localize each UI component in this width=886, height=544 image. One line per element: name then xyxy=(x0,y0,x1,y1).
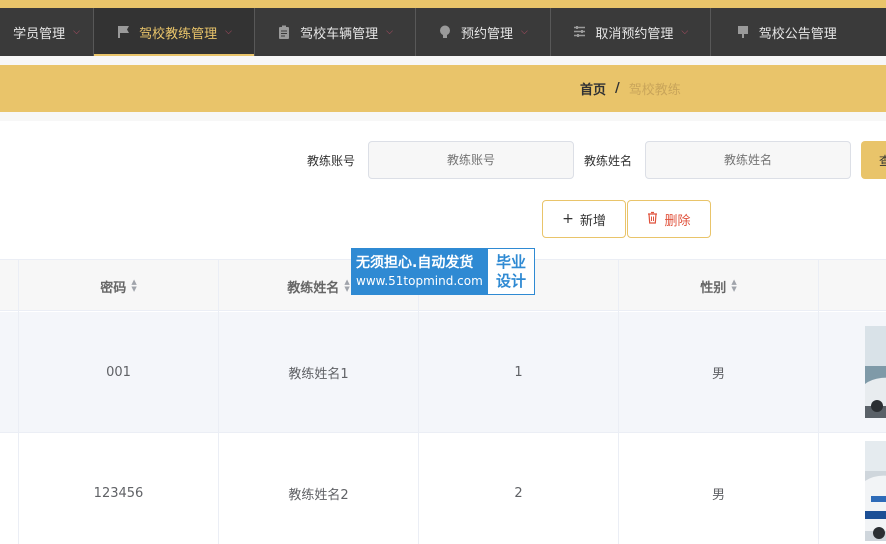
plus-icon: + xyxy=(562,211,574,227)
nav-item-announcements[interactable]: 驾校公告管理 xyxy=(711,8,886,56)
add-button-label: 新增 xyxy=(579,213,606,229)
nav-item-label: 驾校车辆管理 xyxy=(300,26,379,42)
bulb-icon xyxy=(438,25,452,39)
breadcrumb-current: 驾校教练 xyxy=(628,83,681,98)
sort-icon[interactable]: ▲ ▼ xyxy=(344,279,349,293)
nav-item-students[interactable]: 学员管理 ⌵ xyxy=(0,8,95,56)
cell-password: 123456 xyxy=(18,433,218,544)
watermark-left: 无须担心.自动发货 www.51topmind.com xyxy=(352,249,488,294)
cell-password: 001 xyxy=(18,312,218,433)
clipboard-icon xyxy=(277,25,291,39)
watermark-line2: www.51topmind.com xyxy=(356,273,483,288)
flag-icon xyxy=(116,25,130,39)
sort-icon[interactable]: ▲ ▼ xyxy=(731,279,736,293)
column-header-gender[interactable]: 性别 ▲ ▼ xyxy=(618,260,818,312)
cell-name: 教练姓名2 xyxy=(218,433,418,544)
breadcrumb-separator: / xyxy=(615,81,620,96)
sign-icon xyxy=(736,25,750,39)
delete-button-label: 删除 xyxy=(664,213,691,229)
coach-photo[interactable] xyxy=(865,441,886,541)
column-header-password[interactable]: 密码 ▲ ▼ xyxy=(18,260,218,312)
table-row[interactable]: 001 教练姓名1 1 男 xyxy=(0,312,886,433)
column-header-photo xyxy=(818,260,886,312)
query-button[interactable]: 查 xyxy=(861,141,886,179)
nav-item-label: 取消预约管理 xyxy=(595,26,674,42)
nav-item-vehicles[interactable]: 驾校车辆管理 ⌵ xyxy=(255,8,416,56)
add-button[interactable]: + 新增 xyxy=(542,200,626,238)
cell-col3: 2 xyxy=(418,433,618,544)
chevron-down-icon: ⌵ xyxy=(73,27,80,37)
account-search-input[interactable] xyxy=(368,141,574,179)
delete-button[interactable]: 删除 xyxy=(627,200,711,238)
nav-item-label: 预约管理 xyxy=(460,26,513,42)
trash-icon xyxy=(647,211,658,228)
watermark-right2: 设计 xyxy=(495,271,526,290)
chevron-down-icon: ⌵ xyxy=(386,27,393,37)
cell-col3: 1 xyxy=(418,312,618,433)
breadcrumb-home[interactable]: 首页 xyxy=(580,79,606,98)
cell-name: 教练姓名1 xyxy=(218,312,418,433)
chevron-down-icon: ⌵ xyxy=(225,27,232,37)
nav-item-label: 驾校公告管理 xyxy=(758,26,837,42)
nav-item-reservations[interactable]: 预约管理 ⌵ xyxy=(416,8,551,56)
nav-item-label: 学员管理 xyxy=(13,26,66,42)
cell-gender: 男 xyxy=(618,312,818,433)
coach-photo[interactable] xyxy=(865,326,886,418)
name-label: 教练姓名 xyxy=(584,154,633,168)
sliders-icon xyxy=(572,25,586,39)
watermark-badge: 无须担心.自动发货 www.51topmind.com 毕业 设计 xyxy=(351,248,535,295)
column-header-label: 性别 xyxy=(700,280,727,296)
name-search-input[interactable] xyxy=(645,141,851,179)
table-row[interactable]: 123456 教练姓名2 2 男 xyxy=(0,433,886,544)
breadcrumb: 首页 / 驾校教练 xyxy=(580,65,681,112)
top-nav: 学员管理 ⌵ 驾校教练管理 ⌵ 驾校车辆管理 ⌵ 预约管理 ⌵ 取消预约管理 ⌵… xyxy=(0,8,886,56)
nav-item-cancel-reservations[interactable]: 取消预约管理 ⌵ xyxy=(551,8,711,56)
cell-gender: 男 xyxy=(618,433,818,544)
sort-icon[interactable]: ▲ ▼ xyxy=(131,279,136,293)
column-header-label: 密码 xyxy=(100,280,127,296)
column-header-label: 教练姓名 xyxy=(287,280,340,296)
watermark-right1: 毕业 xyxy=(495,252,526,271)
top-accent-strip xyxy=(0,0,886,8)
chevron-down-icon: ⌵ xyxy=(520,27,528,37)
nav-item-coaches[interactable]: 驾校教练管理 ⌵ xyxy=(94,8,256,56)
chevron-down-icon: ⌵ xyxy=(681,27,689,37)
account-label: 教练账号 xyxy=(307,154,356,168)
watermark-right: 毕业 设计 xyxy=(488,249,534,294)
nav-item-label: 驾校教练管理 xyxy=(139,26,218,42)
watermark-line1: 无须担心.自动发货 xyxy=(356,254,474,271)
breadcrumb-bar: 首页 / 驾校教练 xyxy=(0,65,886,112)
